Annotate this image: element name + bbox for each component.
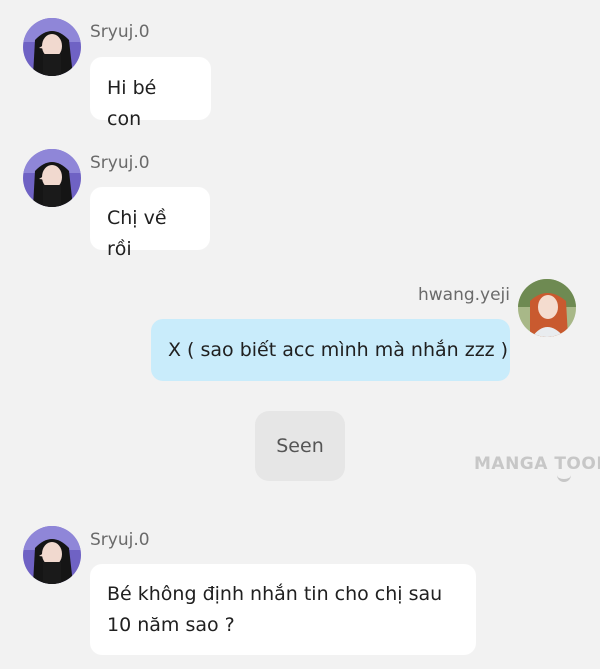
message-bubble: X ( sao biết acc mình mà nhắn zzz ) <box>151 319 510 381</box>
watermark-text: MANGA TOON <box>474 454 600 474</box>
seen-status: Seen <box>255 411 345 481</box>
sender-name: hwang.yeji <box>417 285 510 305</box>
message-bubble: Chị về rồi <box>90 187 210 260</box>
message-bubble: Bé không định nhắn tin cho chị sau 10 nă… <box>90 564 476 655</box>
sender-name: Sryuj.0 <box>90 22 150 42</box>
avatar-portrait-icon <box>23 526 81 584</box>
sender-name: Sryuj.0 <box>90 153 150 173</box>
avatar-portrait-icon <box>23 18 81 76</box>
watermark-smile-icon <box>557 473 571 482</box>
message-bubble: Hi bé con <box>90 57 211 130</box>
message-text: Bé không định nhắn tin cho chị sau 10 nă… <box>107 583 443 636</box>
message-text: Hi bé con <box>107 77 157 130</box>
sender-avatar[interactable] <box>23 149 81 207</box>
watermark: MANGA TOON <box>474 454 600 482</box>
sender-avatar[interactable] <box>23 526 81 584</box>
sender-name: Sryuj.0 <box>90 530 150 550</box>
sender-avatar[interactable] <box>23 18 81 76</box>
message-text: Chị về rồi <box>107 207 167 260</box>
sender-avatar[interactable] <box>518 279 576 337</box>
message-text: X ( sao biết acc mình mà nhắn zzz ) <box>168 339 509 361</box>
avatar-portrait-icon <box>518 279 576 337</box>
avatar-portrait-icon <box>23 149 81 207</box>
